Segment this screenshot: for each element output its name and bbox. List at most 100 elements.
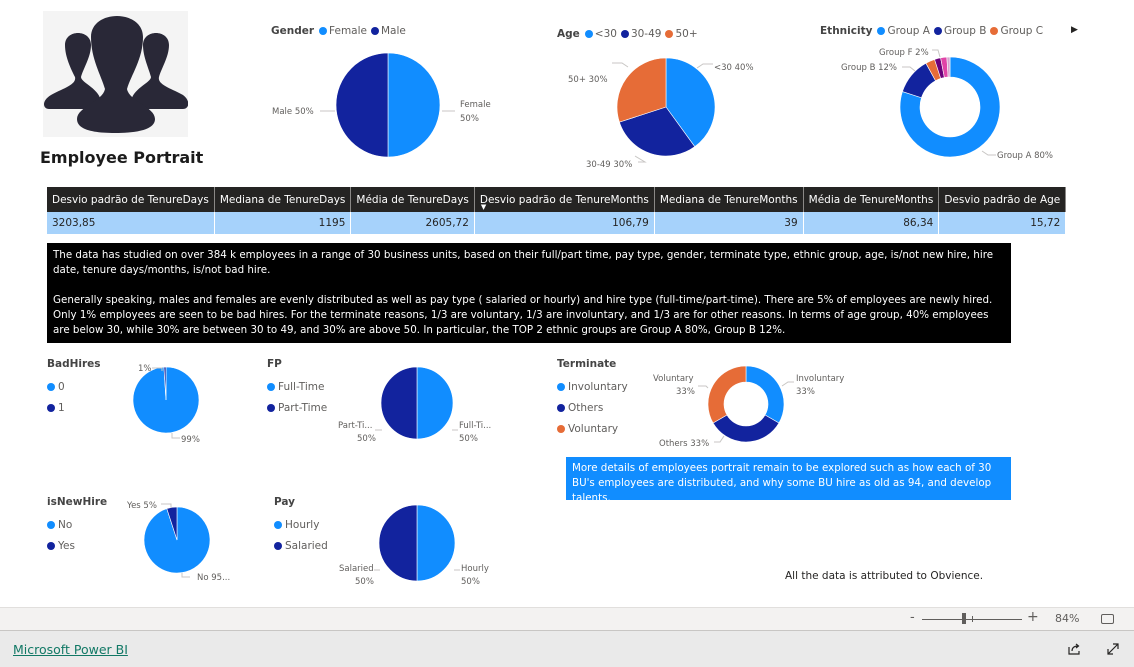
legend-dot <box>267 403 275 412</box>
slice-full-time[interactable] <box>416 366 454 440</box>
legend-dot <box>267 382 275 391</box>
gender-pie-chart[interactable]: Male 50% Female 50% <box>260 50 540 175</box>
legend-item-female[interactable]: Female <box>319 25 367 37</box>
terminate-donut-chart[interactable]: Voluntary 33% Involuntary 33% Others 33% <box>640 360 860 455</box>
fp-pie-chart[interactable]: Part-Ti... 50% Full-Ti... 50% <box>330 360 510 450</box>
leader-line <box>902 66 916 72</box>
summary-textbox: The data has studied on over 384 k emplo… <box>47 243 1011 343</box>
badhires-pie-chart[interactable]: 1% 99% <box>120 355 240 450</box>
badhires-legend-title: BadHires <box>47 358 101 370</box>
legend-item-group-a[interactable]: Group A <box>877 25 930 37</box>
data-label-30-49: 30-49 30% <box>586 160 632 170</box>
data-label-female-pct: 50% <box>460 114 479 124</box>
data-label-50plus: 50+ 30% <box>568 75 608 85</box>
data-label-voluntary-name: Voluntary <box>653 374 694 384</box>
legend-item-voluntary[interactable]: Voluntary <box>557 418 628 439</box>
legend-item-no[interactable]: No <box>47 514 107 535</box>
column-header[interactable]: Mediana de TenureDays <box>214 187 352 212</box>
terminate-legend-title: Terminate <box>557 358 617 370</box>
slice-voluntary[interactable] <box>707 365 747 424</box>
power-bi-link[interactable]: Microsoft Power BI <box>13 642 128 657</box>
age-pie-chart[interactable]: <30 40% 50+ 30% 30-49 30% <box>550 50 800 175</box>
ethnicity-donut-chart[interactable]: Group F 2% Group B 12% Group A 80% <box>810 45 1100 175</box>
legend-item-group-c[interactable]: Group C <box>990 25 1043 37</box>
sort-descending-icon[interactable]: ▼ <box>481 204 486 211</box>
data-label-hourly-pct: 50% <box>461 577 480 587</box>
fit-to-page-icon[interactable] <box>1101 614 1114 624</box>
data-label-others: Others 33% <box>659 439 709 449</box>
legend-item-others[interactable]: Others <box>557 397 628 418</box>
legend-dot <box>990 27 999 35</box>
legend-item-lt30[interactable]: <30 <box>584 28 617 40</box>
leader-line <box>634 155 647 163</box>
legend-dot <box>877 27 886 35</box>
slice-female[interactable] <box>387 52 441 158</box>
legend-item-30-49[interactable]: 30-49 <box>620 28 661 40</box>
share-icon[interactable] <box>1067 642 1081 656</box>
zoom-out-button[interactable]: - <box>910 610 915 625</box>
legend-item-50plus[interactable]: 50+ <box>665 28 698 40</box>
gender-legend[interactable]: Gender Female Male <box>271 25 410 37</box>
legend-item-full-time[interactable]: Full-Time <box>267 376 327 397</box>
newhire-legend[interactable]: isNewHire No Yes <box>47 496 107 556</box>
slice-hourly[interactable] <box>416 504 456 582</box>
slice-male[interactable] <box>335 52 389 158</box>
legend-item-0[interactable]: 0 <box>47 376 101 397</box>
pay-legend-title: Pay <box>274 496 296 508</box>
leader-line <box>981 150 996 156</box>
legend-item-male[interactable]: Male <box>371 25 406 37</box>
legend-item-group-b[interactable]: Group B <box>933 25 986 37</box>
data-label-involuntary-name: Involuntary <box>796 374 844 384</box>
column-header[interactable]: Média de TenureDays <box>350 187 475 212</box>
age-legend[interactable]: Age <30 30-49 50+ <box>557 28 702 40</box>
newhire-legend-title: isNewHire <box>47 496 108 508</box>
slice-salaried[interactable] <box>378 504 418 582</box>
pay-legend[interactable]: Pay Hourly Salaried <box>274 496 328 556</box>
column-header[interactable]: Mediana de TenureMonths <box>654 187 804 212</box>
column-header[interactable]: Desvio padrão de Age <box>938 187 1067 212</box>
column-header[interactable]: Desvio padrão de TenureDays <box>47 187 215 212</box>
legend-dot <box>584 30 593 38</box>
zoom-level: 84% <box>1055 612 1080 625</box>
table-cell: 106,79 <box>474 212 655 234</box>
pay-pie-chart[interactable]: Salaried 50% Hourly 50% <box>330 500 510 590</box>
slices <box>380 366 454 440</box>
stats-table[interactable]: Desvio padrão de TenureDays Mediana de T… <box>47 187 1067 234</box>
legend-item-part-time[interactable]: Part-Time <box>267 397 327 418</box>
column-header-sorted[interactable]: Desvio padrão de TenureMonths ▼ <box>474 187 655 212</box>
legend-label: 50+ <box>675 28 698 40</box>
legend-label: Others <box>568 401 604 414</box>
data-label-female-name: Female <box>460 100 491 110</box>
data-label-group-f: Group F 2% <box>879 48 929 58</box>
legend-dot <box>557 382 565 391</box>
table-cell: 3203,85 <box>47 212 215 234</box>
legend-item-hourly[interactable]: Hourly <box>274 514 328 535</box>
data-label-hourly-name: Hourly <box>461 564 489 574</box>
zoom-slider-thumb[interactable] <box>962 613 966 624</box>
attribution-text: All the data is attributed to Obvience. <box>785 570 984 582</box>
badhires-legend[interactable]: BadHires 0 1 <box>47 358 101 418</box>
legend-scroll-right-icon[interactable]: ▶ <box>1071 25 1078 35</box>
terminate-legend[interactable]: Terminate Involuntary Others Voluntary <box>557 358 628 439</box>
leader-line <box>698 385 709 389</box>
fp-legend[interactable]: FP Full-Time Part-Time <box>267 358 327 418</box>
data-label-part-time-pct: 50% <box>357 434 376 444</box>
legend-dot <box>665 30 674 38</box>
slice-involuntary[interactable] <box>745 365 785 424</box>
legend-item-involuntary[interactable]: Involuntary <box>557 376 628 397</box>
slice-part-time[interactable] <box>380 366 418 440</box>
column-header[interactable]: Média de TenureMonths <box>803 187 940 212</box>
legend-item-yes[interactable]: Yes <box>47 535 107 556</box>
table-cell: 1195 <box>214 212 352 234</box>
legend-item-1[interactable]: 1 <box>47 397 101 418</box>
data-label-lt30: <30 40% <box>714 63 754 73</box>
legend-dot <box>47 520 55 529</box>
fullscreen-icon[interactable] <box>1106 642 1120 656</box>
legend-label: Male <box>381 25 406 37</box>
legend-item-salaried[interactable]: Salaried <box>274 535 328 556</box>
newhire-pie-chart[interactable]: Yes 5% No 95... <box>120 495 250 590</box>
ethnicity-legend[interactable]: Ethnicity Group A Group B Group C <box>820 25 1047 37</box>
zoom-in-button[interactable]: + <box>1027 609 1039 625</box>
legend-label: 0 <box>58 380 65 393</box>
data-label-yes: Yes 5% <box>126 501 157 511</box>
